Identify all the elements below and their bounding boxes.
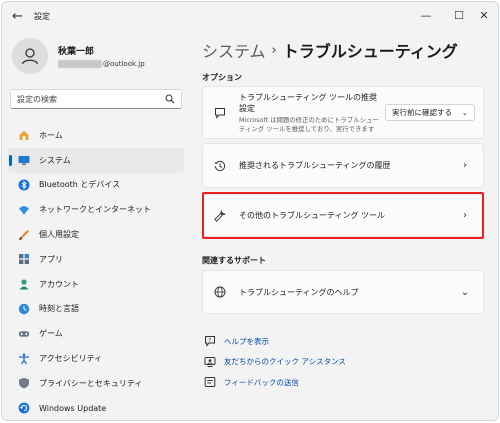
sidebar-item-home[interactable]: ホーム [8, 123, 184, 148]
time-language-icon [18, 303, 30, 315]
breadcrumb-parent[interactable]: システム [202, 38, 266, 62]
window-title: 設定 [34, 12, 50, 21]
troubleshoot-history-card[interactable]: 推奨されるトラブルシューティングの履歴 › [202, 143, 484, 188]
close-button[interactable]: ✕ [473, 6, 495, 24]
minimize-button[interactable]: — [415, 6, 437, 24]
dropdown-value: 実行前に確認する [392, 108, 452, 117]
troubleshoot-help-card[interactable]: トラブルシューティングのヘルプ ⌄ [202, 270, 484, 314]
sidebar-item-label: ホーム [39, 130, 63, 140]
settings-window: ← 設定 — ☐ ✕ 秋葉一郎 @outlook.jp 設定の検索 ホーム シス… [1, 1, 499, 421]
recommended-settings-description: Microsoft は問題の修正のためにトラブルシューティング ツールを推奨して… [239, 115, 379, 133]
title-bar: ← 設定 — ☐ ✕ [2, 2, 498, 30]
troubleshoot-help-title: トラブルシューティングのヘルプ [239, 287, 359, 297]
quick-assist-icon [204, 356, 216, 368]
link-label: フィードバックの送信 [224, 377, 299, 387]
troubleshoot-history-title: 推奨されるトラブルシューティングの履歴 [239, 161, 391, 170]
link-label: ヘルプを表示 [224, 336, 269, 346]
personalization-icon [18, 229, 30, 241]
globe-icon [213, 286, 227, 298]
sidebar-item-label: 時刻と言語 [39, 304, 79, 314]
sidebar-item-label: アカウント [39, 279, 79, 289]
sidebar-item-label: アプリ [39, 254, 63, 264]
svg-text:?: ? [208, 338, 211, 344]
sidebar-item-label: ゲーム [39, 329, 63, 339]
network-icon [18, 204, 30, 216]
sidebar-item-system[interactable]: システム [8, 147, 184, 173]
recommended-settings-title: トラブルシューティング ツールの推奨設定 [239, 92, 378, 113]
sidebar-item-label: Bluetooth とデバイス [39, 180, 121, 190]
search-placeholder: 設定の検索 [17, 94, 57, 104]
send-feedback-link[interactable]: フィードバックの送信 [204, 373, 346, 391]
sidebar-item-label: プライバシーとセキュリティ [39, 378, 143, 388]
chevron-down-icon: ⌄ [460, 286, 470, 298]
maximize-button[interactable]: ☐ [448, 6, 470, 24]
windows-update-icon [18, 402, 30, 414]
sidebar-item-personalization[interactable]: 個人用設定 [8, 222, 184, 247]
account-section[interactable]: 秋葉一郎 @outlook.jp [12, 38, 145, 74]
redacted-email-prefix [58, 60, 102, 68]
home-icon [18, 129, 30, 141]
sidebar-item-time-language[interactable]: 時刻と言語 [8, 297, 184, 322]
main-content: システム › トラブルシューティング オプション トラブルシューティング ツール… [192, 30, 498, 420]
sidebar-item-label: Windows Update [39, 403, 107, 413]
account-email: @outlook.jp [58, 60, 145, 68]
sidebar-item-bluetooth[interactable]: Bluetooth とデバイス [8, 173, 184, 198]
history-clock-icon [213, 160, 227, 172]
system-icon [18, 154, 30, 166]
user-avatar-icon [21, 48, 39, 65]
bluetooth-icon [18, 179, 30, 191]
accounts-icon [18, 278, 30, 290]
sidebar-item-apps[interactable]: アプリ [8, 247, 184, 272]
sidebar-item-label: 個人用設定 [39, 230, 79, 240]
recommended-settings-dropdown[interactable]: 実行前に確認する ⌄ [385, 104, 475, 121]
page-title: トラブルシューティング [282, 42, 458, 61]
breadcrumb: システム › トラブルシューティング [202, 38, 458, 62]
other-troubleshooters-card[interactable]: その他のトラブルシューティング ツール › [202, 194, 484, 237]
sidebar-item-gaming[interactable]: ゲーム [8, 321, 184, 346]
sidebar-item-accounts[interactable]: アカウント [8, 272, 184, 297]
get-help-link[interactable]: ? ヘルプを表示 [204, 332, 346, 350]
apps-icon [18, 253, 30, 265]
sidebar: 秋葉一郎 @outlook.jp 設定の検索 ホーム システム Bluetoot… [2, 30, 192, 420]
account-name: 秋葉一郎 [58, 47, 95, 57]
sidebar-item-label: ネットワークとインターネット [39, 205, 151, 215]
wrench-icon [213, 209, 227, 222]
accessibility-icon [18, 353, 30, 365]
avatar [12, 38, 48, 74]
privacy-shield-icon [18, 377, 30, 389]
chevron-right-icon: › [463, 160, 467, 171]
footer-links: ? ヘルプを表示 友だちからのクイック アシスタンス フィードバックの送信 [204, 332, 346, 394]
help-icon: ? [204, 335, 216, 347]
search-input[interactable]: 設定の検索 [10, 89, 182, 109]
sidebar-item-windows-update[interactable]: Windows Update [8, 396, 184, 420]
sidebar-nav: ホーム システム Bluetooth とデバイス ネットワークとインターネット [8, 123, 184, 420]
quick-assist-link[interactable]: 友だちからのクイック アシスタンス [204, 353, 346, 371]
chevron-down-icon: ⌄ [461, 108, 468, 117]
chat-bubble-icon [213, 107, 227, 119]
feedback-icon [204, 376, 216, 388]
gaming-icon [18, 328, 30, 340]
sidebar-item-label: システム [39, 155, 71, 165]
back-button[interactable]: ← [12, 9, 23, 24]
sidebar-item-label: アクセシビリティ [39, 354, 103, 364]
sidebar-item-network[interactable]: ネットワークとインターネット [8, 197, 184, 222]
sidebar-item-accessibility[interactable]: アクセシビリティ [8, 346, 184, 371]
recommended-settings-card: トラブルシューティング ツールの推奨設定 Microsoft は問題の修正のため… [202, 86, 484, 139]
breadcrumb-separator: › [271, 42, 277, 58]
link-label: 友だちからのクイック アシスタンス [224, 357, 346, 366]
chevron-right-icon: › [463, 210, 467, 221]
search-icon [165, 94, 175, 104]
options-heading: オプション [202, 73, 242, 82]
related-support-heading: 関連するサポート [202, 256, 266, 265]
other-troubleshooters-title: その他のトラブルシューティング ツール [239, 211, 386, 220]
sidebar-item-privacy[interactable]: プライバシーとセキュリティ [8, 371, 184, 396]
